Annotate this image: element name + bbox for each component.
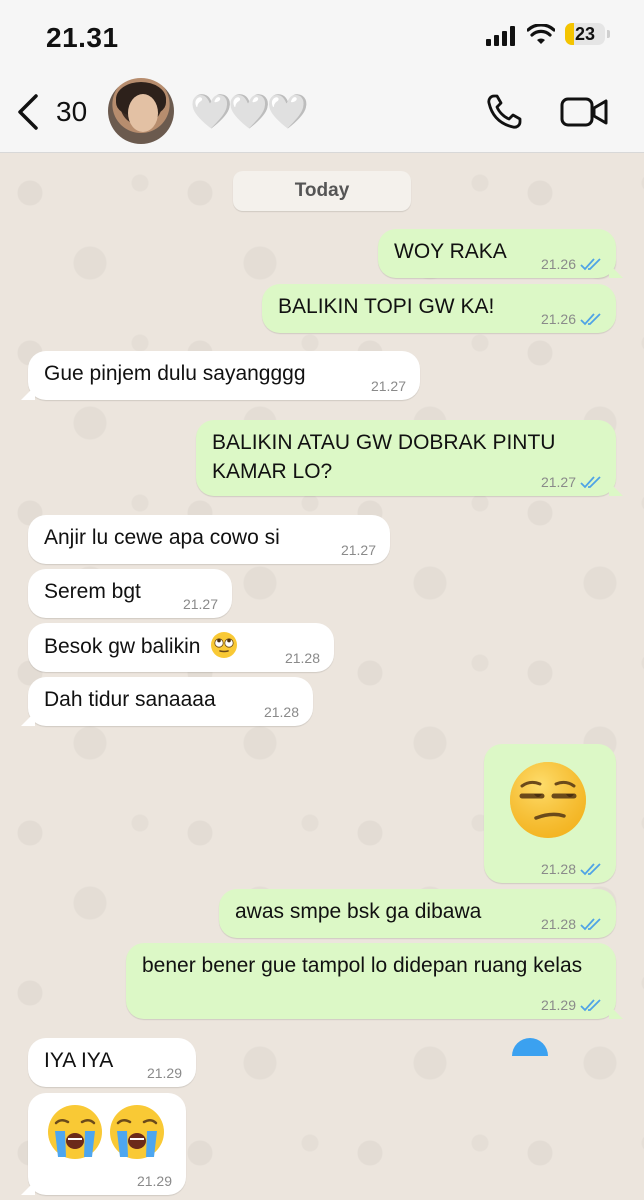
- face-with-rolling-eyes-icon: [211, 632, 238, 658]
- read-ticks-icon: [580, 999, 601, 1012]
- avatar[interactable]: [108, 78, 174, 144]
- message-outgoing-emoji[interactable]: 21.28: [484, 744, 616, 883]
- message-time: 21.29: [540, 997, 576, 1013]
- message-time: 21.28: [284, 650, 320, 666]
- message-outgoing[interactable]: awas smpe bsk ga dibawa 21.28: [219, 889, 616, 938]
- message-meta: 21.27: [541, 474, 602, 490]
- unamused-face-icon: [510, 762, 586, 838]
- message-meta: 21.26: [541, 256, 602, 272]
- message-incoming[interactable]: Dah tidur sanaaaa 21.28: [21, 677, 313, 726]
- message-outgoing[interactable]: BALIKIN ATAU GW DOBRAK PINTU KAMAR LO? 2…: [196, 420, 623, 496]
- message-time: 21.27: [370, 378, 406, 394]
- back-button[interactable]: 30: [14, 90, 106, 134]
- message-outgoing[interactable]: WOY RAKA 21.26: [378, 229, 623, 278]
- chat-area[interactable]: Today WOY RAKA 21.26 BALIKIN TOPI GW KA!…: [0, 153, 644, 1200]
- loudly-crying-face-icon: [110, 1105, 164, 1159]
- date-separator: Today: [233, 171, 411, 211]
- message-text: awas smpe bsk ga dibawa: [235, 900, 482, 923]
- read-ticks-icon: [580, 258, 601, 271]
- video-call-icon[interactable]: [560, 96, 610, 128]
- message-meta: 21.29: [541, 997, 602, 1013]
- status-bar: 21.31 23: [0, 0, 644, 72]
- message-meta: 21.26: [541, 311, 602, 327]
- message-incoming[interactable]: IYA IYA 21.29: [28, 1038, 196, 1087]
- message-text: Gue pinjem dulu sayangggg: [44, 362, 306, 385]
- message-meta: 21.27: [371, 378, 406, 394]
- message-text: BALIKIN TOPI GW KA!: [278, 295, 495, 318]
- message-text: WOY RAKA: [394, 240, 507, 263]
- message-meta: 21.29: [137, 1173, 172, 1189]
- message-incoming[interactable]: Besok gw balikin 21.28: [28, 623, 334, 672]
- cellular-signal-icon: [486, 26, 515, 46]
- message-text: Besok gw balikin: [44, 635, 201, 658]
- message-meta: 21.27: [183, 596, 218, 612]
- message-time: 21.29: [146, 1065, 182, 1081]
- message-meta: 21.28: [264, 704, 299, 720]
- avatar-face: [128, 94, 158, 132]
- contact-name[interactable]: 🤍🤍🤍: [190, 92, 309, 132]
- message-text-wrap: Besok gw balikin: [44, 631, 238, 661]
- message-meta: 21.27: [341, 542, 376, 558]
- chevron-left-icon: [18, 94, 38, 130]
- read-ticks-icon: [580, 863, 601, 876]
- status-time: 21.31: [46, 22, 119, 53]
- read-ticks-icon: [580, 313, 601, 326]
- wifi-icon: [527, 24, 555, 44]
- message-incoming[interactable]: Gue pinjem dulu sayangggg 21.27: [21, 351, 420, 400]
- read-ticks-icon: [580, 918, 601, 931]
- message-time: 21.28: [540, 861, 576, 877]
- message-text: Anjir lu cewe apa cowo si: [44, 526, 280, 549]
- message-outgoing[interactable]: bener bener gue tampol lo didepan ruang …: [126, 943, 623, 1019]
- unread-count: 30: [56, 96, 88, 127]
- message-meta: 21.28: [541, 916, 602, 932]
- message-text: bener bener gue tampol lo didepan ruang …: [142, 954, 583, 977]
- phone-icon[interactable]: [484, 92, 524, 132]
- battery-percent: 23: [574, 24, 596, 44]
- message-time: 21.28: [540, 916, 576, 932]
- battery-tip: [607, 30, 610, 38]
- message-incoming-emoji[interactable]: 21.29: [21, 1093, 186, 1195]
- message-text: Serem bgt: [44, 580, 141, 603]
- message-meta: 21.28: [541, 861, 602, 877]
- loudly-crying-face-icon: [48, 1105, 102, 1159]
- message-meta: 21.29: [147, 1065, 182, 1081]
- message-incoming[interactable]: Anjir lu cewe apa cowo si 21.27: [28, 515, 390, 564]
- chat-header: 30 🤍🤍🤍: [0, 72, 644, 153]
- message-time: 21.27: [182, 596, 218, 612]
- battery-icon: 23: [565, 23, 605, 45]
- message-incoming[interactable]: Serem bgt 21.27: [28, 569, 232, 618]
- message-time: 21.26: [540, 256, 576, 272]
- message-outgoing[interactable]: BALIKIN TOPI GW KA! 21.26: [262, 284, 616, 333]
- message-time: 21.26: [540, 311, 576, 327]
- read-ticks-icon: [580, 476, 601, 489]
- message-text: IYA IYA: [44, 1049, 114, 1072]
- message-time: 21.27: [340, 542, 376, 558]
- message-meta: 21.28: [285, 650, 320, 666]
- message-text: Dah tidur sanaaaa: [44, 688, 216, 711]
- message-time: 21.28: [263, 704, 299, 720]
- message-time: 21.27: [540, 474, 576, 490]
- message-time: 21.29: [136, 1173, 172, 1189]
